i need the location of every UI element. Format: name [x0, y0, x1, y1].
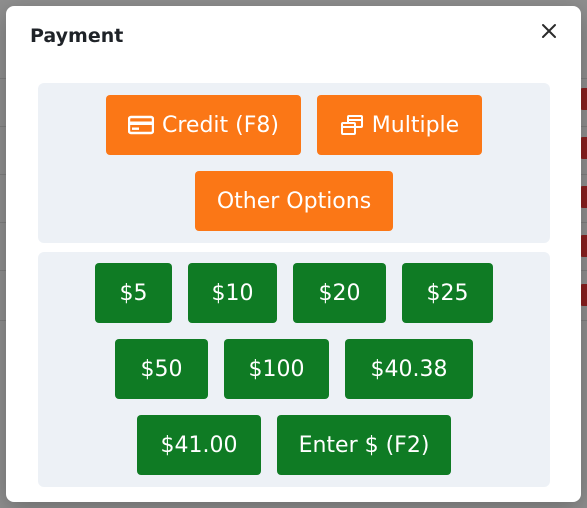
cash-button-label: $5	[119, 280, 148, 306]
copy-windows-icon	[340, 114, 364, 136]
cash-5-button[interactable]: $5	[95, 263, 172, 323]
cash-50-button[interactable]: $50	[115, 339, 208, 399]
cash-amounts-panel: $5 $10 $20 $25 $50 $100 $40.38 $41.00 En…	[38, 252, 550, 487]
enter-amount-button[interactable]: Enter $ (F2)	[277, 415, 451, 475]
enter-amount-label: Enter $ (F2)	[298, 432, 430, 458]
cash-button-label: $40.38	[370, 356, 448, 382]
credit-button[interactable]: Credit (F8)	[106, 95, 301, 155]
cash-100-button[interactable]: $100	[224, 339, 329, 399]
cash-button-label: $100	[248, 356, 305, 382]
payment-methods-panel: Credit (F8) Multiple Other Options	[38, 83, 550, 243]
cash-button-label: $41.00	[160, 432, 238, 458]
cash-41-button[interactable]: $41.00	[137, 415, 261, 475]
cash-exact-button[interactable]: $40.38	[345, 339, 473, 399]
credit-button-label: Credit (F8)	[162, 112, 279, 138]
cash-button-label: $10	[211, 280, 254, 306]
other-options-button[interactable]: Other Options	[195, 171, 393, 231]
cash-button-label: $25	[426, 280, 469, 306]
cash-button-label: $50	[140, 356, 183, 382]
close-button[interactable]	[537, 19, 561, 43]
cash-10-button[interactable]: $10	[188, 263, 277, 323]
cash-25-button[interactable]: $25	[402, 263, 493, 323]
close-icon	[542, 24, 556, 38]
payment-modal: Payment Credit (F8) Multiple Other Optio…	[6, 6, 581, 502]
credit-card-icon	[128, 115, 154, 135]
other-options-label: Other Options	[216, 188, 372, 214]
cash-20-button[interactable]: $20	[293, 263, 386, 323]
multiple-button-label: Multiple	[371, 112, 460, 138]
multiple-button[interactable]: Multiple	[317, 95, 482, 155]
modal-title: Payment	[30, 25, 124, 47]
cash-button-label: $20	[318, 280, 361, 306]
